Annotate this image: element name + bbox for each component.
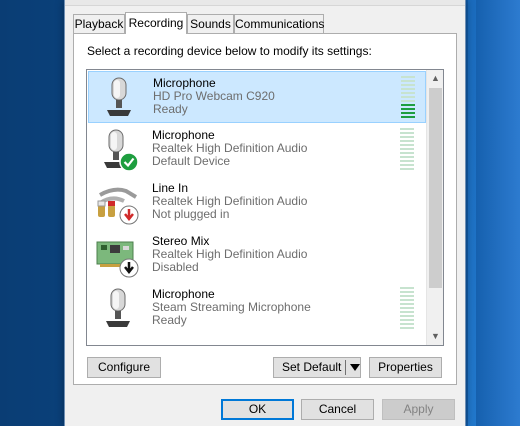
device-status: Not plugged in [152,207,230,221]
level-meter [401,76,415,120]
set-default-button[interactable]: Set Default [273,357,361,378]
device-row-steam-mic[interactable]: Microphone Steam Streaming Microphone Re… [88,283,426,335]
cancel-button[interactable]: Cancel [301,399,374,420]
device-status: Ready [152,313,187,327]
device-row-webcam-mic[interactable]: Microphone HD Pro Webcam C920 Ready [88,71,426,123]
microphone-default-icon [104,129,139,172]
tab-playback[interactable]: Playback [73,14,125,33]
ok-button[interactable]: OK [221,399,294,420]
device-list-scrollbar[interactable]: ▲ ▼ [426,70,443,345]
dropdown-arrow-icon[interactable] [350,364,360,371]
properties-button[interactable]: Properties [369,357,442,378]
device-row-realtek-mic[interactable]: Microphone Realtek High Definition Audio… [88,124,426,176]
split-divider [345,360,346,375]
device-list: Microphone HD Pro Webcam C920 Ready Micr… [86,69,444,346]
instruction-text: Select a recording device below to modif… [87,44,372,58]
device-text: Microphone Realtek High Definition Audio… [152,129,307,168]
scroll-thumb[interactable] [429,88,442,288]
tab-sounds[interactable]: Sounds [187,14,234,33]
scroll-up-icon[interactable]: ▲ [427,70,443,87]
recording-panel: Select a recording device below to modif… [73,33,457,385]
device-text: Line In Realtek High Definition Audio No… [152,182,307,221]
tab-recording[interactable]: Recording [125,12,187,34]
device-text: Microphone HD Pro Webcam C920 Ready [153,77,275,116]
level-meter [400,128,414,172]
line-in-icon [97,187,139,225]
scroll-down-icon[interactable]: ▼ [427,328,443,345]
microphone-icon [106,288,130,327]
stereo-mix-icon [96,241,139,278]
device-text: Stereo Mix Realtek High Definition Audio… [152,235,307,274]
device-status: Ready [153,102,188,116]
wallpaper-light-beam [468,0,476,426]
device-row-stereo-mix[interactable]: Stereo Mix Realtek High Definition Audio… [88,230,426,282]
tab-communications[interactable]: Communications [234,14,324,33]
device-status: Disabled [152,260,199,274]
dialog-title-edge [65,0,465,6]
device-text: Microphone Steam Streaming Microphone Re… [152,288,311,327]
level-meter [400,287,414,331]
device-row-line-in[interactable]: Line In Realtek High Definition Audio No… [88,177,426,229]
set-default-label: Set Default [282,360,342,374]
apply-button[interactable]: Apply [382,399,455,420]
device-status: Default Device [152,154,231,168]
microphone-icon [107,77,131,116]
sound-dialog: Playback Recording Sounds Communications… [64,0,466,426]
configure-button[interactable]: Configure [87,357,161,378]
